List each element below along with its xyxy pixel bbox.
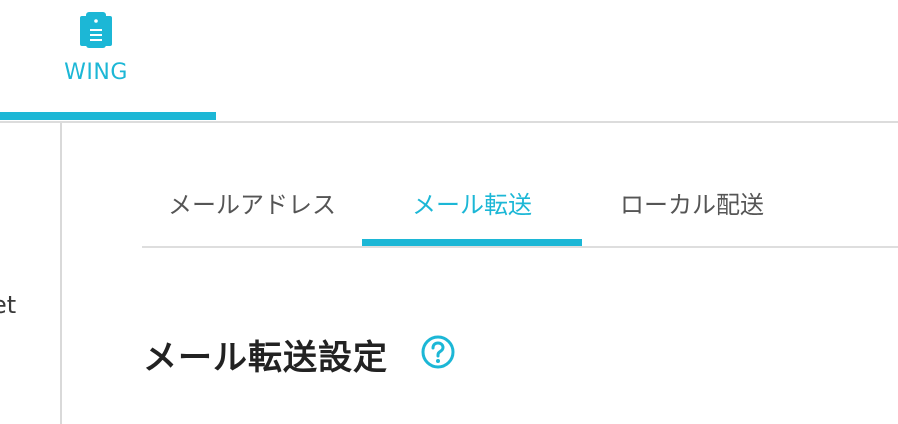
help-circle-icon[interactable] (421, 335, 455, 369)
app-root: WING et メールアドレス メール転送 ローカル配送 メール転送設定 (0, 0, 898, 424)
sidebar-item-label[interactable]: et (0, 291, 16, 319)
tab-local-delivery[interactable]: ローカル配送 (582, 170, 802, 248)
tab-label: ローカル配送 (620, 191, 764, 219)
app-tab-label: WING (64, 60, 128, 85)
mail-sub-tabs: メールアドレス メール転送 ローカル配送 (142, 170, 898, 248)
top-header: WING (0, 0, 898, 123)
app-tab-wing[interactable]: WING (0, 0, 216, 122)
page-title: メール転送設定 (143, 338, 388, 378)
tab-mail-address[interactable]: メールアドレス (142, 170, 362, 248)
tab-label: メールアドレス (168, 191, 336, 219)
server-icon (80, 12, 112, 48)
tabs-divider (142, 246, 898, 248)
sidebar-border (60, 123, 62, 424)
sidebar: et (0, 123, 60, 424)
tab-mail-forwarding[interactable]: メール転送 (362, 170, 582, 248)
active-app-indicator (0, 112, 216, 120)
tab-label: メール転送 (412, 191, 532, 219)
header-divider (0, 121, 898, 123)
